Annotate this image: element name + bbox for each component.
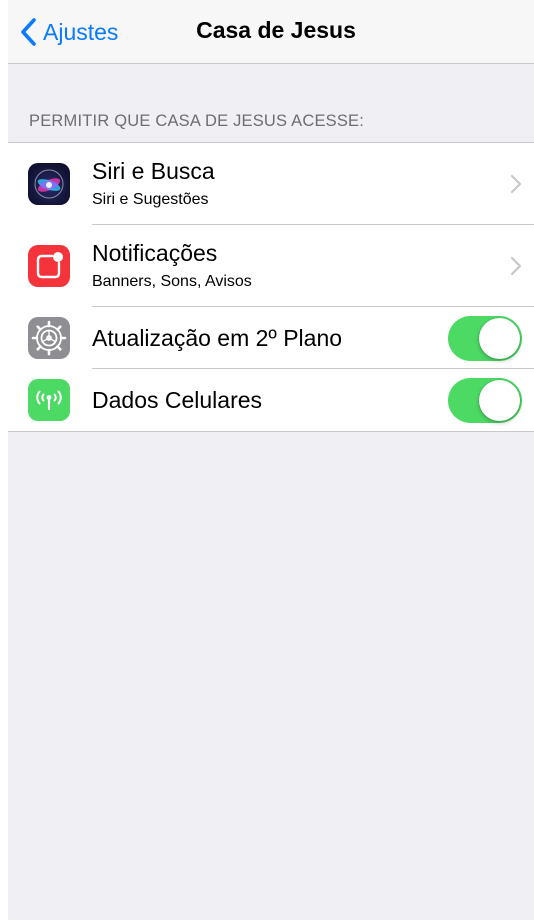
notifications-row[interactable]: Notificações Banners, Sons, Avisos — [8, 225, 534, 307]
permissions-list: Siri e Busca Siri e Sugestões Notificaçõ… — [8, 142, 534, 432]
chevron-right-icon — [510, 256, 522, 276]
cellular-data-toggle[interactable] — [448, 378, 522, 423]
navigation-bar: Ajustes Casa de Jesus — [8, 0, 534, 64]
cellular-data-row: Dados Celulares — [8, 369, 534, 431]
toggle-knob — [479, 380, 520, 421]
settings-screen: Ajustes Casa de Jesus PERMITIR QUE CASA … — [8, 0, 534, 920]
toggle-knob — [479, 318, 520, 359]
background-refresh-row: Atualização em 2º Plano — [8, 307, 534, 369]
chevron-right-icon — [510, 174, 522, 194]
page-title: Casa de Jesus — [196, 17, 356, 43]
row-subtitle: Banners, Sons, Avisos — [92, 273, 252, 290]
siri-icon — [28, 163, 70, 205]
row-subtitle: Siri e Sugestões — [92, 191, 209, 208]
section-header: PERMITIR QUE CASA DE JESUS ACESSE: — [29, 112, 365, 130]
row-title: Dados Celulares — [92, 387, 263, 413]
row-title: Notificações — [92, 240, 218, 266]
row-title: Siri e Busca — [92, 158, 215, 184]
gear-icon — [28, 317, 70, 359]
cellular-antenna-icon — [28, 379, 70, 421]
siri-search-row[interactable]: Siri e Busca Siri e Sugestões — [8, 143, 534, 225]
row-title: Atualização em 2º Plano — [92, 325, 343, 351]
notifications-icon — [28, 245, 70, 287]
background-refresh-toggle[interactable] — [448, 316, 522, 361]
